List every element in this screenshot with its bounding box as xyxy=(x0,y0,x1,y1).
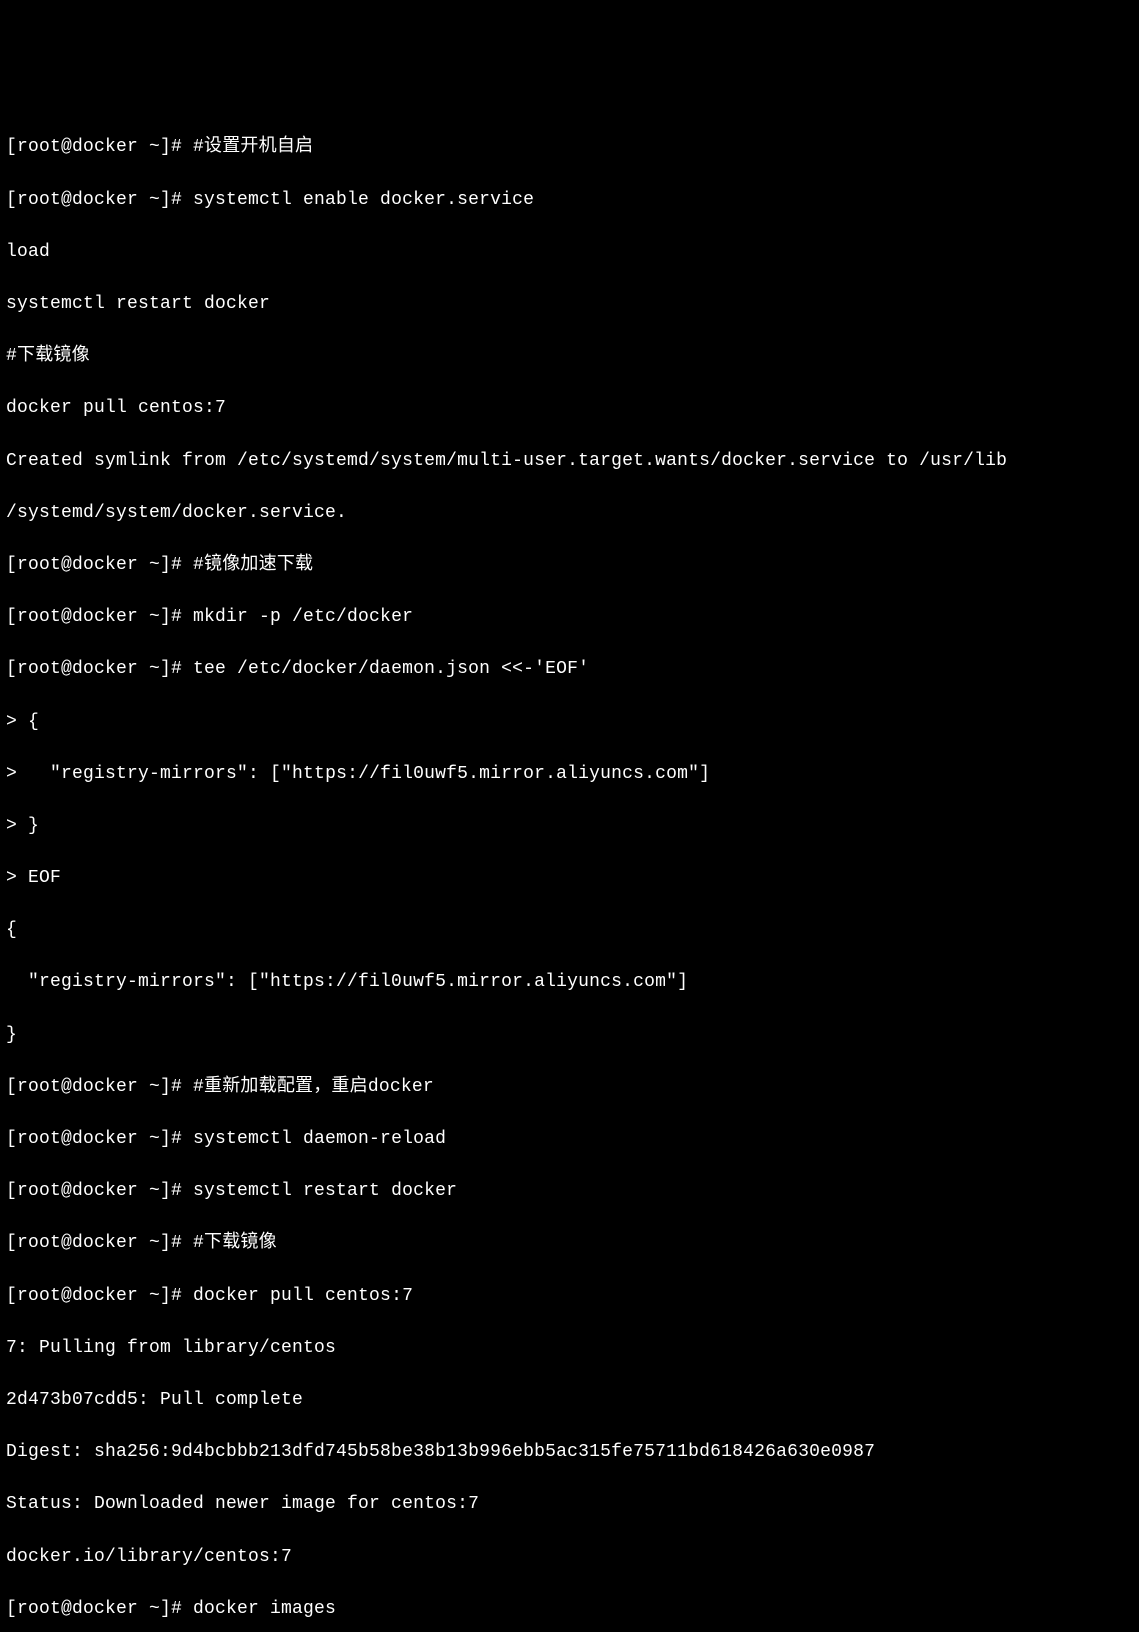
heredoc-line: > "registry-mirrors": ["https://fil0uwf5… xyxy=(6,761,1133,787)
cont-prompt: > xyxy=(6,816,28,836)
command-text: #重新加载配置，重启docker xyxy=(193,1077,434,1097)
cont-prompt: > xyxy=(6,868,28,888)
output-line: Status: Downloaded newer image for cento… xyxy=(6,1491,1133,1517)
output-line: 2d473b07cdd5: Pull complete xyxy=(6,1387,1133,1413)
command-text: #设置开机自启 xyxy=(193,137,313,157)
cmd-line: [root@docker ~]# #重新加载配置，重启docker xyxy=(6,1074,1133,1100)
heredoc-line: > { xyxy=(6,709,1133,735)
heredoc-text: { xyxy=(28,712,39,732)
prompt: [root@docker ~]# xyxy=(6,1599,193,1619)
cmd-line: [root@docker ~]# systemctl restart docke… xyxy=(6,1178,1133,1204)
prompt: [root@docker ~]# xyxy=(6,1233,193,1253)
command-text: tee /etc/docker/daemon.json <<-'EOF' xyxy=(193,659,589,679)
cont-prompt: > xyxy=(6,764,28,784)
output-line: docker.io/library/centos:7 xyxy=(6,1544,1133,1570)
prompt: [root@docker ~]# xyxy=(6,1129,193,1149)
command-text: systemctl restart docker xyxy=(193,1181,457,1201)
output-line: /systemd/system/docker.service. xyxy=(6,500,1133,526)
cmd-line: [root@docker ~]# tee /etc/docker/daemon.… xyxy=(6,656,1133,682)
output-line: systemctl restart docker xyxy=(6,291,1133,317)
output-line: #下载镜像 xyxy=(6,343,1133,369)
command-text: #镜像加速下载 xyxy=(193,555,313,575)
heredoc-text: "registry-mirrors": ["https://fil0uwf5.m… xyxy=(28,764,710,784)
cmd-line: [root@docker ~]# #下载镜像 xyxy=(6,1230,1133,1256)
output-line: docker pull centos:7 xyxy=(6,395,1133,421)
cmd-line: [root@docker ~]# systemctl daemon-reload xyxy=(6,1126,1133,1152)
prompt: [root@docker ~]# xyxy=(6,1286,193,1306)
heredoc-line: > } xyxy=(6,813,1133,839)
prompt: [root@docker ~]# xyxy=(6,607,193,627)
heredoc-text: } xyxy=(28,816,39,836)
terminal[interactable]: [root@docker ~]# #设置开机自启 [root@docker ~]… xyxy=(6,108,1133,1632)
prompt: [root@docker ~]# xyxy=(6,137,193,157)
output-line: Digest: sha256:9d4bcbbb213dfd745b58be38b… xyxy=(6,1439,1133,1465)
cmd-line: [root@docker ~]# docker pull centos:7 xyxy=(6,1283,1133,1309)
cmd-line: [root@docker ~]# docker images xyxy=(6,1596,1133,1622)
heredoc-text: EOF xyxy=(28,868,61,888)
command-text: mkdir -p /etc/docker xyxy=(193,607,413,627)
prompt: [root@docker ~]# xyxy=(6,659,193,679)
heredoc-line: > EOF xyxy=(6,865,1133,891)
cont-prompt: > xyxy=(6,712,28,732)
output-line: { xyxy=(6,917,1133,943)
output-line: Created symlink from /etc/systemd/system… xyxy=(6,448,1133,474)
prompt: [root@docker ~]# xyxy=(6,555,193,575)
prompt: [root@docker ~]# xyxy=(6,1181,193,1201)
command-text: systemctl enable docker.service xyxy=(193,190,534,210)
command-text: docker pull centos:7 xyxy=(193,1286,413,1306)
command-text: #下载镜像 xyxy=(193,1233,277,1253)
cmd-line: [root@docker ~]# systemctl enable docker… xyxy=(6,187,1133,213)
prompt: [root@docker ~]# xyxy=(6,190,193,210)
command-text: systemctl daemon-reload xyxy=(193,1129,446,1149)
output-line: load xyxy=(6,239,1133,265)
output-line: 7: Pulling from library/centos xyxy=(6,1335,1133,1361)
prompt: [root@docker ~]# xyxy=(6,1077,193,1097)
output-line: } xyxy=(6,1022,1133,1048)
command-text: docker images xyxy=(193,1599,336,1619)
cmd-line: [root@docker ~]# #镜像加速下载 xyxy=(6,552,1133,578)
cmd-line: [root@docker ~]# #设置开机自启 xyxy=(6,134,1133,160)
output-line: "registry-mirrors": ["https://fil0uwf5.m… xyxy=(6,969,1133,995)
cmd-line: [root@docker ~]# mkdir -p /etc/docker xyxy=(6,604,1133,630)
